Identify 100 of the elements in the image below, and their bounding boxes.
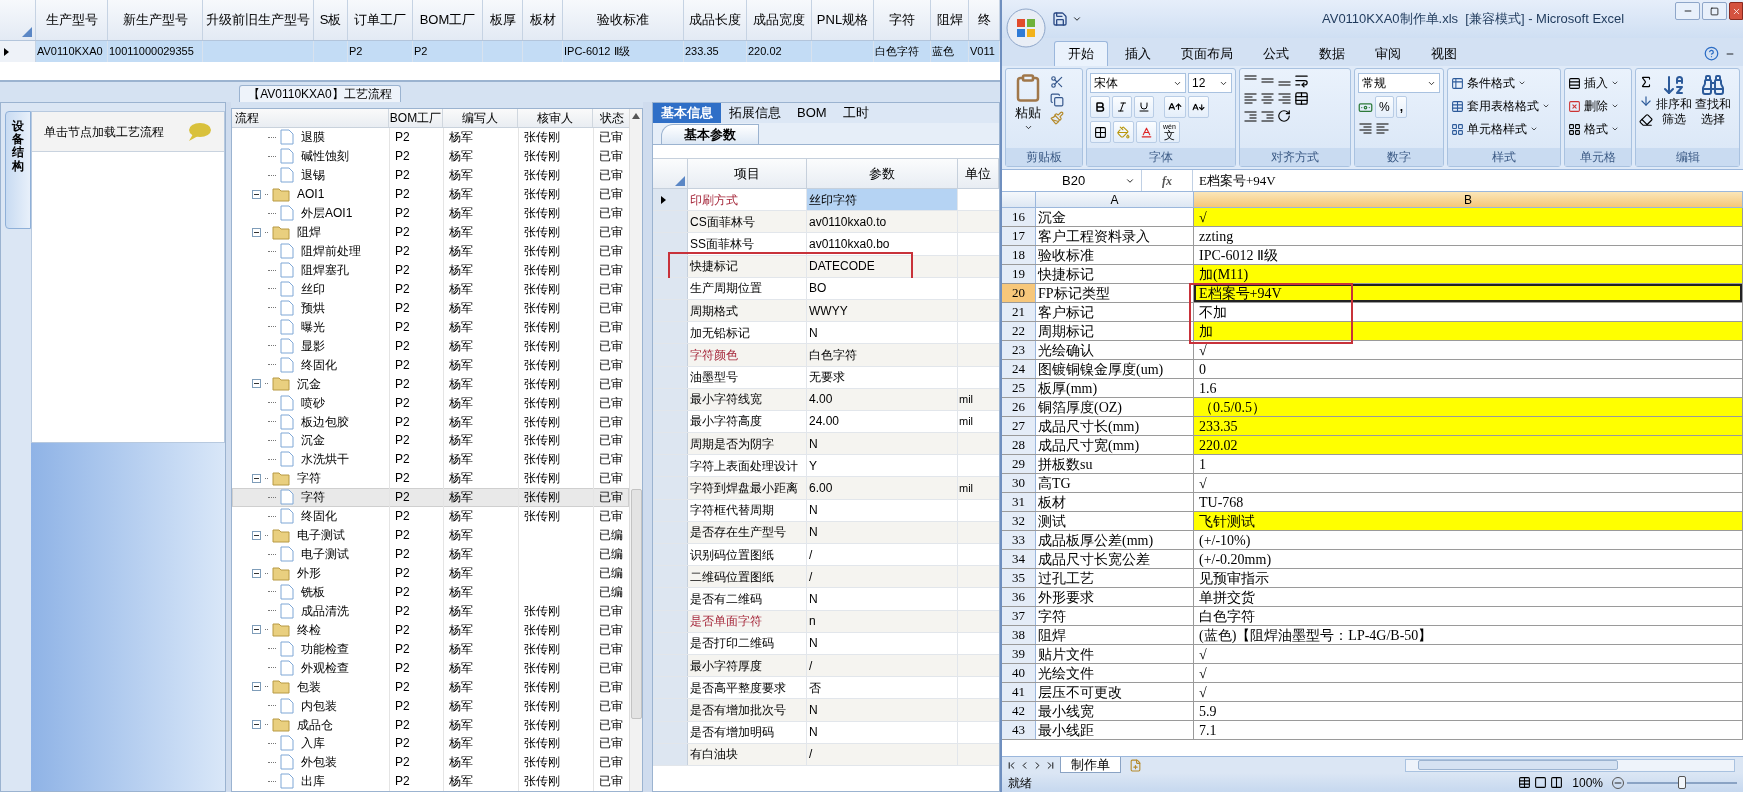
column-header[interactable]: 单位 [958, 159, 999, 188]
column-header[interactable]: 参数 [807, 159, 958, 188]
ribbon-tab[interactable]: 开始 [1054, 41, 1108, 66]
copy-icon[interactable] [1050, 93, 1064, 107]
row-number[interactable]: 24 [1002, 360, 1036, 378]
row-number[interactable]: 21 [1002, 303, 1036, 321]
column-header[interactable]: 新生产型号 [108, 0, 203, 40]
side-tab[interactable]: 设备结构 [5, 111, 31, 229]
name-box[interactable]: B20 [1002, 170, 1142, 191]
tree-row[interactable]: 字符 P2 杨军 张传刚 已审 [232, 487, 629, 507]
row-number[interactable]: 22 [1002, 322, 1036, 340]
table-row[interactable]: 字符框代替周期 N [653, 499, 999, 522]
row-number[interactable]: 39 [1002, 645, 1036, 663]
collapse-toggle[interactable] [252, 473, 261, 483]
table-row[interactable]: 是否单面字符 n [653, 610, 999, 633]
column-header[interactable]: 核审人 [518, 109, 593, 127]
collapse-toggle[interactable] [252, 227, 261, 237]
column-header[interactable]: 板材 [523, 0, 563, 40]
table-row[interactable]: 周期格式 WWYY [653, 299, 999, 323]
row-number[interactable]: 41 [1002, 683, 1036, 701]
table-row[interactable]: 油墨型号 无要求 [653, 366, 999, 389]
column-header[interactable]: 订单工厂 [348, 0, 413, 40]
table-row[interactable]: 二维码位置图纸 / [653, 566, 999, 589]
table-row[interactable]: 字符颜色 白色字符 [653, 344, 999, 367]
customize-caret-icon[interactable] [1072, 14, 1082, 24]
ribbon-tab[interactable]: 页面布局 [1168, 41, 1246, 66]
table-row[interactable]: 有白油块 / [653, 743, 999, 766]
column-header[interactable]: B [1194, 192, 1743, 207]
row-number[interactable]: 28 [1002, 436, 1036, 454]
row-number[interactable]: 27 [1002, 417, 1036, 435]
column-header[interactable]: 成品宽度 [747, 0, 812, 40]
select-all-icon[interactable] [22, 27, 32, 37]
styles-menu-button[interactable]: 条件格式 [1451, 73, 1557, 93]
row-number[interactable]: 30 [1002, 474, 1036, 492]
wrap-text-icon[interactable] [1294, 73, 1309, 88]
table-row[interactable]: SS面菲林号 av0110kxa0.bo [653, 233, 999, 256]
table-row[interactable]: CS面菲林号 av0110kxa0.to [653, 211, 999, 234]
last-sheet-icon[interactable] [1045, 759, 1056, 771]
column-header[interactable]: 项目 [688, 159, 807, 188]
align-left-icon[interactable] [1243, 91, 1258, 106]
row-number[interactable]: 42 [1002, 702, 1036, 720]
orientation-icon[interactable] [1277, 109, 1291, 123]
row-number[interactable]: 16 [1002, 208, 1036, 226]
column-header[interactable]: BOM工厂 [389, 109, 443, 127]
table-row[interactable]: 印刷方式 丝印字符 [653, 189, 999, 212]
collapse-toggle[interactable] [252, 625, 261, 635]
column-header[interactable]: BOM工厂 [413, 0, 483, 40]
row-number[interactable]: 34 [1002, 550, 1036, 568]
table-row[interactable]: 周期是否为阴字 N [653, 433, 999, 456]
column-header[interactable]: 阻焊 [931, 0, 969, 40]
zoom-level[interactable]: 100% [1566, 773, 1609, 792]
decrease-indent-icon[interactable] [1243, 109, 1258, 124]
column-header[interactable]: S板 [314, 0, 348, 40]
scrollbar[interactable] [629, 109, 642, 791]
cells-menu-button[interactable]: 删除 [1568, 96, 1628, 116]
ribbon-tab[interactable]: 公式 [1250, 41, 1302, 66]
page-break-icon[interactable] [1550, 776, 1564, 789]
cells-menu-button[interactable]: 格式 [1568, 119, 1628, 139]
zoom-slider-thumb[interactable] [1678, 775, 1686, 789]
table-row[interactable]: 是否有增加批次号 N [653, 699, 999, 722]
close-button[interactable] [1729, 2, 1743, 20]
font-size-field[interactable]: 12 [1188, 73, 1232, 93]
tab[interactable]: 工时 [834, 103, 877, 123]
column-header[interactable]: 成品长度 [684, 0, 747, 40]
align-right-icon[interactable] [1277, 91, 1292, 106]
row-number[interactable]: 17 [1002, 227, 1036, 245]
save-icon[interactable] [1052, 11, 1068, 27]
sub-tab[interactable]: 基本参数 [661, 124, 759, 144]
row-number[interactable]: 23 [1002, 341, 1036, 359]
column-header[interactable]: 字符 [874, 0, 931, 40]
styles-menu-button[interactable]: 单元格样式 [1451, 119, 1557, 139]
collapse-toggle[interactable] [252, 682, 261, 692]
fill-color-button[interactable] [1113, 121, 1134, 143]
format-painter-icon[interactable] [1050, 111, 1064, 125]
borders-button[interactable] [1090, 121, 1111, 143]
column-header[interactable]: 板厚 [483, 0, 523, 40]
paste-button[interactable]: 粘贴 [1009, 73, 1047, 132]
font-name-field[interactable]: 宋体 [1090, 73, 1186, 93]
table-row[interactable]: 加无铅标记 N [653, 322, 999, 345]
find-select-button[interactable]: 查找和 选择 [1695, 73, 1731, 127]
table-row[interactable]: 字符到焊盘最小距离 6.00 mil [653, 477, 999, 500]
row-number[interactable]: 33 [1002, 531, 1036, 549]
row-number[interactable]: 35 [1002, 569, 1036, 587]
fill-icon[interactable] [1639, 94, 1653, 108]
column-header[interactable]: 升级前旧生产型号 [203, 0, 314, 40]
row-number[interactable]: 37 [1002, 607, 1036, 625]
row-number[interactable]: 18 [1002, 246, 1036, 264]
row-number[interactable]: 19 [1002, 265, 1036, 283]
tab[interactable]: 拓展信息 [721, 103, 789, 123]
column-header[interactable]: 编写人 [443, 109, 518, 127]
ribbon-tab[interactable]: 视图 [1418, 41, 1470, 66]
row-number[interactable]: 20 [1002, 284, 1036, 302]
maximize-button[interactable] [1702, 2, 1727, 20]
sum-icon[interactable] [1639, 75, 1653, 89]
sheet-tab[interactable]: 制作单 [1060, 757, 1121, 773]
collapse-toggle[interactable] [252, 530, 261, 540]
select-all-icon[interactable] [675, 176, 685, 186]
row-number[interactable]: 43 [1002, 721, 1036, 739]
normal-view-icon[interactable] [1518, 776, 1532, 789]
underline-button[interactable] [1134, 96, 1154, 118]
